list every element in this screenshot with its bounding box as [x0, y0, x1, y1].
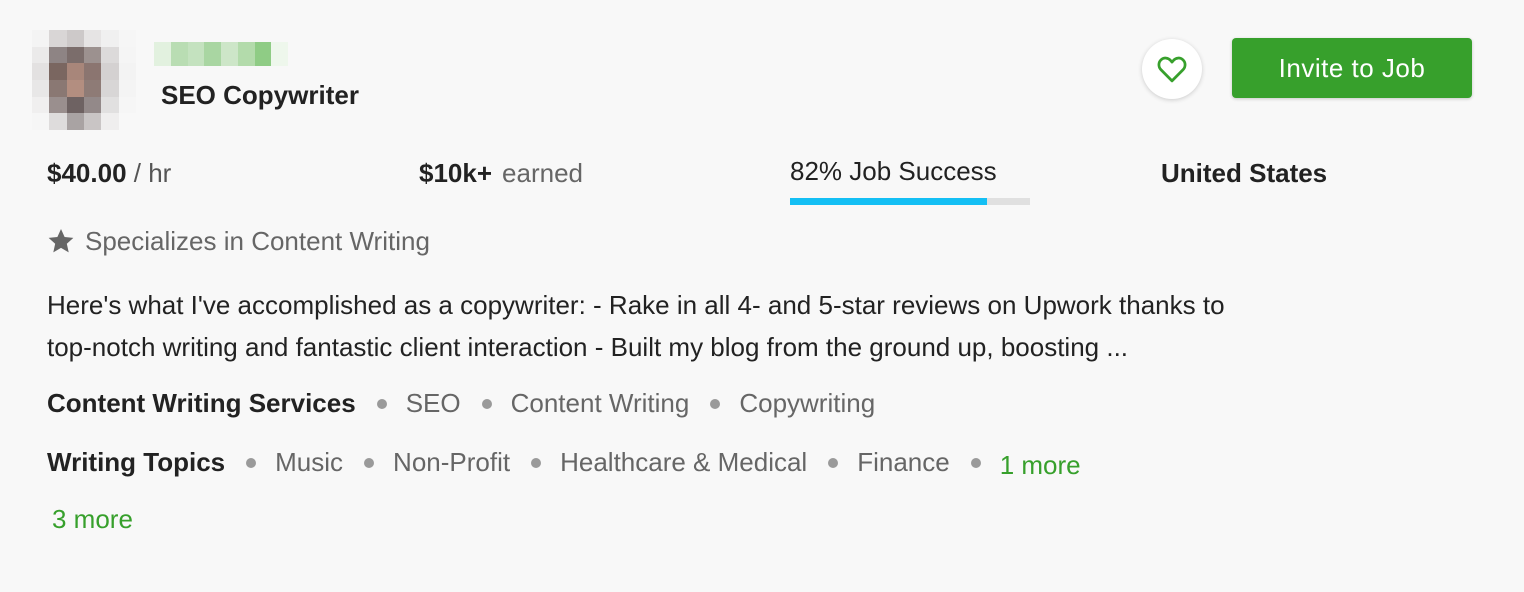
job-success-bar [790, 198, 1030, 205]
skill-tag[interactable]: Content Writing [511, 388, 690, 419]
separator-dot [710, 398, 721, 409]
skill-tag[interactable]: SEO [406, 388, 461, 419]
profile-description[interactable]: Here's what I've accomplished as a copyw… [47, 284, 1477, 368]
avatar[interactable] [32, 30, 136, 130]
separator-dot [970, 457, 981, 468]
rate-amount: $40.00 [47, 158, 127, 188]
profile-title[interactable]: SEO Copywriter [161, 80, 359, 111]
skills-row-writing-topics: Writing Topics Music Non-Profit Healthca… [47, 444, 1081, 481]
skill-tag[interactable]: Healthcare & Medical [560, 447, 807, 478]
country: United States [1161, 158, 1328, 188]
total-earned: $10k+ earned [419, 158, 583, 189]
star-icon [48, 229, 74, 253]
skills-row-content-writing-services: Content Writing Services SEO Content Wri… [47, 388, 875, 419]
rate-unit: / hr [133, 158, 172, 188]
earned-amount: $10k+ [419, 158, 493, 188]
skill-tag[interactable]: Finance [857, 447, 950, 478]
job-success-score[interactable]: 82% Job Success [790, 156, 1030, 205]
specialization-label: Specializes in Content Writing [85, 226, 430, 256]
invite-to-job-button[interactable]: Invite to Job [1232, 38, 1472, 98]
specialization: Specializes in Content Writing [47, 226, 430, 257]
more-topics-link[interactable]: 1 more [1000, 450, 1081, 481]
skill-category: Writing Topics [47, 447, 226, 477]
heart-icon [1157, 56, 1187, 83]
freelancer-card: SEO Copywriter Invite to Job $40.00 / hr… [0, 0, 1524, 592]
save-freelancer-button[interactable] [1142, 39, 1202, 99]
skill-tag[interactable]: Non-Profit [393, 447, 510, 478]
separator-dot [531, 457, 542, 468]
freelancer-name-redacted[interactable] [154, 42, 288, 66]
hourly-rate: $40.00 / hr [47, 158, 171, 189]
more-skills-link[interactable]: 3 more [52, 504, 133, 535]
job-success-bar-fill [790, 198, 987, 205]
skill-category: Content Writing Services [47, 388, 356, 418]
skill-tag[interactable]: Copywriting [739, 388, 875, 419]
earned-label: earned [502, 158, 583, 188]
separator-dot [481, 398, 492, 409]
job-success-label: 82% Job Success [790, 156, 997, 186]
separator-dot [828, 457, 839, 468]
description-line: Here's what I've accomplished as a copyw… [47, 290, 1225, 320]
skill-tag[interactable]: Music [275, 447, 343, 478]
separator-dot [246, 457, 257, 468]
description-line: top-notch writing and fantastic client i… [47, 332, 1129, 362]
separator-dot [376, 398, 387, 409]
separator-dot [364, 457, 375, 468]
